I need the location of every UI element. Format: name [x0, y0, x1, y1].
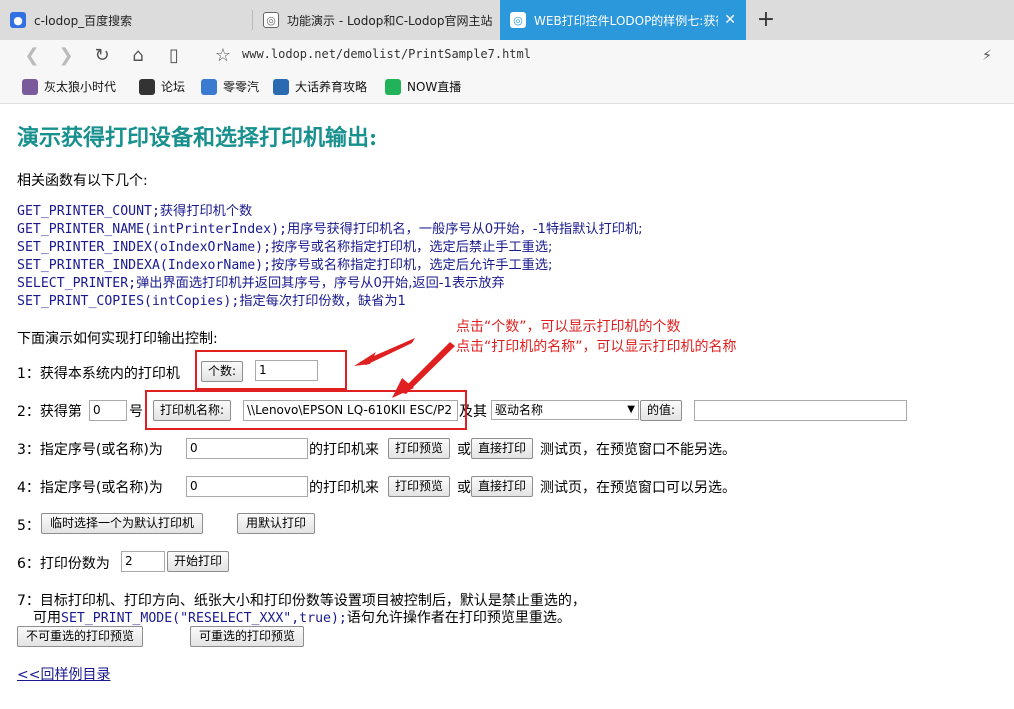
bookmark-label: 论坛	[161, 80, 186, 94]
function-line: SELECT_PRINTER;弹出界面选打印机并返回其序号，序号从0开始,返回-…	[17, 276, 505, 291]
row4-mid: 的打印机来	[309, 480, 379, 496]
back-to-index-link[interactable]: <<回样例目录	[17, 664, 110, 684]
select-default-printer-button[interactable]: 临时选择一个为默认打印机	[41, 513, 204, 534]
print-default-button[interactable]: 用默认打印	[237, 513, 316, 534]
row5-label: 5：	[17, 518, 40, 534]
driver-name-select[interactable]: 驱动名称 ▼	[491, 400, 639, 420]
row3-printer-field[interactable]: 0	[186, 438, 308, 459]
bookmark-label: 灰太狼小时代	[44, 80, 117, 94]
row3-or: 或	[457, 442, 471, 458]
play-icon	[385, 78, 401, 95]
bookmarks-bar: 灰太狼小时代 论坛 零零汽 大话养育攻略 NOW直播	[0, 72, 1014, 104]
forward-arrow-icon[interactable]: ❯	[53, 43, 79, 69]
highlight-box-count	[195, 350, 347, 390]
home-icon[interactable]: ⌂	[125, 43, 151, 69]
tab-print-sample-7[interactable]: ◎ WEB打印控件LODOP的样例七:获得打印 ✕	[500, 0, 746, 40]
no-reselect-preview-button[interactable]: 不可重选的打印预览	[17, 626, 144, 647]
select-value: 驱动名称	[495, 403, 544, 417]
bookmark-star-icon[interactable]: ☆	[210, 43, 236, 69]
function-line: SET_PRINTER_INDEX(oIndexOrName);按序号或名称指定…	[17, 240, 553, 255]
address-bar[interactable]: www.lodop.net/demolist/PrintSample7.html	[242, 47, 531, 61]
page-title: 演示获得打印设备和选择打印机输出:	[17, 125, 378, 151]
bookmark-label: NOW直播	[407, 80, 462, 94]
row4-printer-field[interactable]: 0	[186, 476, 308, 497]
function-line: SET_PRINT_COPIES(intCopies);指定每次打印份数，缺省为…	[17, 294, 406, 309]
function-line: SET_PRINTER_INDEXA(IndexorName);按序号或名称指定…	[17, 258, 553, 273]
row6-label: 6：打印份数为	[17, 556, 110, 572]
tab-strip: ● c-lodop_百度搜索 ◎ 功能演示 - Lodop和C-Lodop官网主…	[0, 0, 1014, 40]
row4-tail: 测试页，在预览窗口可以另选。	[540, 480, 736, 496]
function-line: GET_PRINTER_NAME(intPrinterIndex);用序号获得打…	[17, 222, 643, 237]
tab-baidu[interactable]: ● c-lodop_百度搜索	[0, 0, 252, 40]
reading-mode-icon[interactable]: ▯	[161, 43, 187, 69]
row3-direct-print-button[interactable]: 直接打印	[471, 438, 534, 459]
row3-label: 3：指定序号(或名称)为	[17, 442, 163, 458]
row3-preview-button[interactable]: 打印预览	[388, 438, 451, 459]
printer-index-field[interactable]: 0	[89, 400, 127, 421]
intro-text: 相关函数有以下几个:	[17, 173, 148, 189]
row7-line2: 可用SET_PRINT_MODE("RESELECT_XXX",true);语句…	[33, 610, 571, 626]
row4-preview-button[interactable]: 打印预览	[388, 476, 451, 497]
tab-title: c-lodop_百度搜索	[34, 13, 133, 28]
demo-intro: 下面演示如何实现打印输出控制:	[17, 331, 218, 347]
get-value-button[interactable]: 的值:	[640, 400, 683, 421]
row3-tail: 测试页，在预览窗口不能另选。	[540, 442, 736, 458]
row4-direct-print-button[interactable]: 直接打印	[471, 476, 534, 497]
tab-title: 功能演示 - Lodop和C-Lodop官网主站	[287, 13, 493, 28]
dropdown-arrow-icon: ▼	[627, 404, 635, 415]
bookmark-item[interactable]: 零零汽	[201, 78, 259, 95]
function-line: GET_PRINTER_COUNT;获得打印机个数	[17, 204, 253, 219]
navigation-bar: ❮ ❯ ↻ ⌂ ▯ ☆ www.lodop.net/demolist/Print…	[0, 40, 1014, 72]
back-arrow-icon[interactable]: ❮	[19, 43, 45, 69]
bookmark-label: 大话养育攻略	[295, 80, 368, 94]
reselect-preview-button[interactable]: 可重选的打印预览	[190, 626, 305, 647]
cloud-icon	[201, 78, 217, 95]
new-tab-button[interactable]: +	[752, 6, 780, 34]
page-content: 演示获得打印设备和选择打印机输出: 相关函数有以下几个: GET_PRINTER…	[0, 104, 1014, 709]
refresh-icon[interactable]: ↻	[89, 43, 115, 69]
lightning-icon[interactable]: ⚡	[974, 43, 1000, 69]
close-tab-icon[interactable]: ✕	[718, 12, 736, 28]
forum-icon	[139, 78, 155, 95]
annotation-count: 点击“个数”，可以显示打印机的个数	[456, 319, 681, 335]
row4-or: 或	[457, 480, 471, 496]
tab-lodop-home[interactable]: ◎ 功能演示 - Lodop和C-Lodop官网主站	[253, 0, 499, 40]
bookmark-label: 零零汽	[223, 80, 260, 94]
row2-suffix: 号	[129, 404, 143, 420]
row4-label: 4：指定序号(或名称)为	[17, 480, 163, 496]
tab-title: WEB打印控件LODOP的样例七:获得打印	[534, 13, 718, 28]
row2-label: 2：获得第	[17, 404, 82, 420]
annotation-name: 点击“打印机的名称”，可以显示打印机的名称	[456, 339, 737, 355]
highlight-box-name	[145, 390, 467, 430]
globe-icon: ◎	[510, 12, 526, 28]
bookmark-item[interactable]: NOW直播	[385, 78, 461, 95]
row1-label: 1：获得本系统内的打印机	[17, 366, 180, 382]
baidu-paw-icon: ●	[10, 12, 26, 28]
bookmark-item[interactable]: 论坛	[139, 78, 185, 95]
copies-field[interactable]: 2	[121, 551, 165, 572]
parenting-icon	[273, 78, 289, 95]
globe-icon: ◎	[263, 12, 279, 28]
bookmark-item[interactable]: 灰太狼小时代	[22, 78, 116, 95]
row3-mid: 的打印机来	[309, 442, 379, 458]
start-print-button[interactable]: 开始打印	[167, 551, 230, 572]
bookmark-item[interactable]: 大话养育攻略	[273, 78, 367, 95]
wolf-avatar-icon	[22, 78, 38, 95]
value-field[interactable]	[694, 400, 907, 421]
